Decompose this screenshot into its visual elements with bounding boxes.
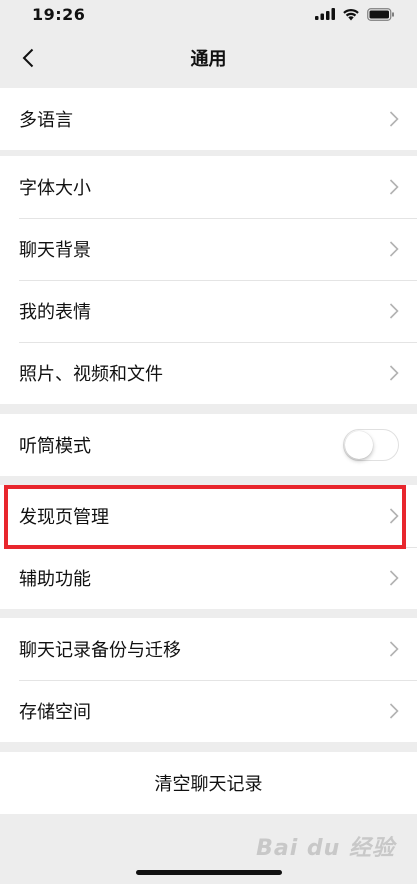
earpiece-mode-toggle[interactable] [343, 429, 399, 461]
cell-label: 多语言 [19, 110, 73, 131]
settings-group-display: 字体大小 聊天背景 我的表情 照片、视频和文件 [0, 156, 417, 404]
chevron-right-icon [389, 703, 399, 719]
status-time: 19:26 [32, 4, 86, 24]
cell-font-size[interactable]: 字体大小 [0, 156, 417, 218]
home-indicator [136, 870, 282, 875]
battery-icon [367, 7, 394, 21]
toggle-knob [345, 431, 373, 459]
cell-label: 我的表情 [19, 302, 91, 323]
cell-label: 发现页管理 [19, 507, 109, 528]
cell-label: 照片、视频和文件 [19, 364, 163, 385]
cell-discover-management[interactable]: 发现页管理 [0, 485, 417, 547]
back-chevron-icon [22, 48, 34, 68]
chevron-right-icon [389, 365, 399, 381]
cell-label: 聊天背景 [19, 240, 91, 261]
chevron-right-icon [389, 241, 399, 257]
chevron-right-icon [389, 570, 399, 586]
cell-chat-backup-migration[interactable]: 聊天记录备份与迁移 [0, 618, 417, 680]
cell-label: 辅助功能 [19, 569, 91, 590]
settings-group-clear: 清空聊天记录 [0, 752, 417, 814]
cell-earpiece-mode: 听筒模式 [0, 414, 417, 476]
cell-storage-space[interactable]: 存储空间 [0, 680, 417, 742]
settings-group-language: 多语言 [0, 88, 417, 150]
cell-photos-videos-files[interactable]: 照片、视频和文件 [0, 342, 417, 404]
signal-icon [315, 8, 335, 20]
cell-accessibility[interactable]: 辅助功能 [0, 547, 417, 609]
watermark: Bai du 经验 [256, 836, 395, 861]
settings-group-storage: 聊天记录备份与迁移 存储空间 [0, 618, 417, 742]
cell-label: 存储空间 [19, 702, 91, 723]
chevron-right-icon [389, 641, 399, 657]
back-button[interactable] [12, 42, 44, 74]
cell-my-stickers[interactable]: 我的表情 [0, 280, 417, 342]
nav-bar: 通用 [0, 28, 417, 88]
cell-label: 清空聊天记录 [154, 774, 263, 795]
cell-label: 字体大小 [19, 178, 91, 199]
status-bar: 19:26 [0, 0, 417, 28]
cell-label: 听筒模式 [19, 436, 91, 457]
chevron-right-icon [389, 111, 399, 127]
settings-group-earpiece: 听筒模式 [0, 414, 417, 476]
page-title: 通用 [190, 49, 227, 70]
chevron-right-icon [389, 303, 399, 319]
chevron-right-icon [389, 508, 399, 524]
cell-label: 聊天记录备份与迁移 [19, 640, 181, 661]
cell-language[interactable]: 多语言 [0, 88, 417, 150]
status-icons [315, 7, 395, 21]
settings-group-discover: 发现页管理 辅助功能 [0, 485, 417, 609]
wifi-icon [343, 8, 359, 20]
clear-chat-history-button[interactable]: 清空聊天记录 [0, 752, 417, 814]
cell-chat-background[interactable]: 聊天背景 [0, 218, 417, 280]
chevron-right-icon [389, 179, 399, 195]
